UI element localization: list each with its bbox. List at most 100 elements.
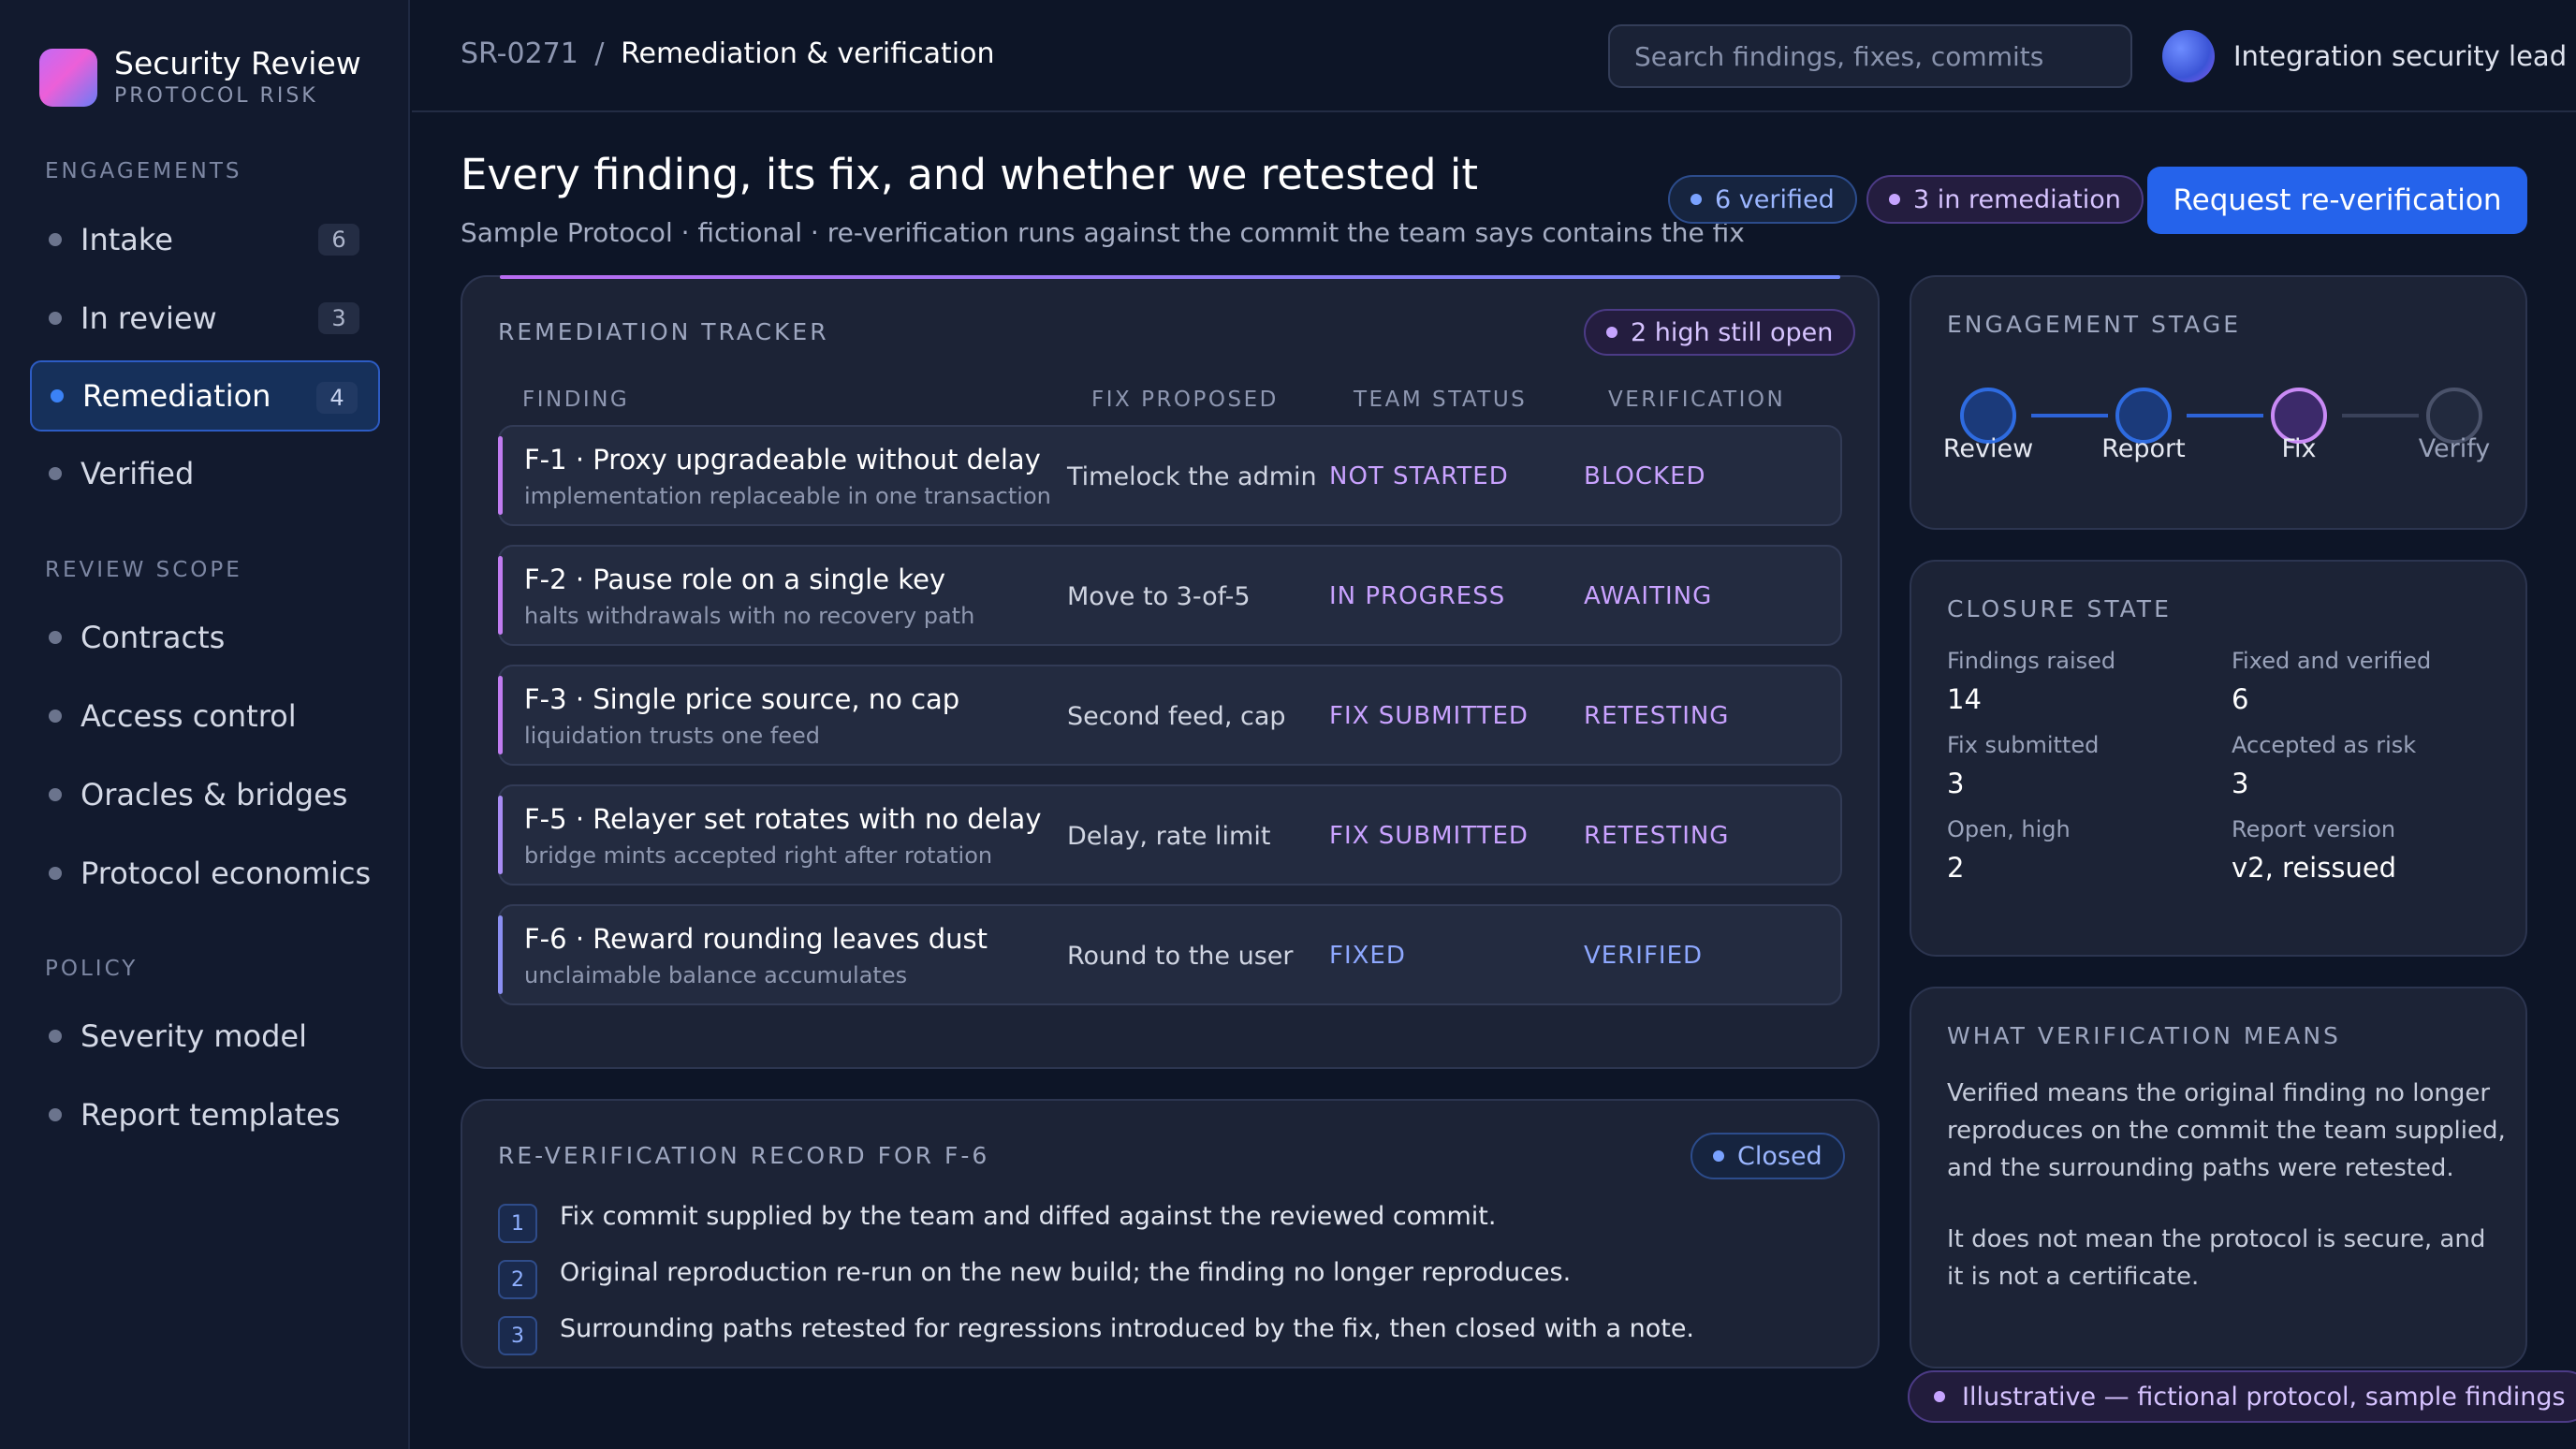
breadcrumb-separator: / (594, 37, 605, 70)
topbar: SR-0271 / Remediation & verification Int… (412, 0, 2576, 112)
count-badge: 6 (318, 224, 359, 256)
reverification-record-card: RE-VERIFICATION RECORD FOR F-6 Closed 1 … (461, 1099, 1880, 1368)
stat-value: 3 (2232, 768, 2249, 799)
finding-detail: liquidation trusts one feed (524, 723, 821, 749)
step-text: Fix commit supplied by the team and diff… (560, 1202, 1497, 1231)
bullet-icon (49, 867, 62, 880)
dot-icon (1889, 194, 1900, 205)
sidebar-item-oracles-bridges[interactable]: Oracles & bridges (30, 759, 380, 830)
sidebar: Security Review PROTOCOL RISK ENGAGEMENT… (0, 0, 410, 1449)
request-reverification-button[interactable]: Request re-verification (2147, 167, 2527, 234)
sidebar-item-label: Access control (80, 698, 297, 734)
bullet-icon (51, 389, 64, 402)
sidebar-item-label: Protocol economics (80, 856, 372, 891)
bullet-icon (49, 710, 62, 723)
nav-section-review-scope: REVIEW SCOPE (45, 558, 242, 582)
card-accent-line (500, 275, 1840, 279)
finding-title: F-5 · Relayer set rotates with no delay (524, 803, 1042, 835)
step-text: Original reproduction re-run on the new … (560, 1258, 1572, 1287)
breadcrumb-current: Remediation & verification (621, 37, 995, 70)
verification-status: RETESTING (1584, 702, 1730, 730)
brand-logo (39, 49, 97, 107)
sidebar-item-label: Oracles & bridges (80, 777, 348, 812)
table-row[interactable]: F-6 · Reward rounding leaves dust unclai… (498, 904, 1842, 1005)
finding-title: F-2 · Pause role on a single key (524, 564, 946, 595)
column-header-finding: FINDING (522, 388, 630, 412)
sidebar-item-severity-model[interactable]: Severity model (30, 1001, 380, 1072)
column-header-fix: FIX PROPOSED (1091, 388, 1279, 412)
avatar (2162, 30, 2215, 82)
remediation-count-pill: 3 in remediation (1866, 175, 2144, 224)
table-row[interactable]: F-3 · Single price source, no cap liquid… (498, 665, 1842, 766)
finding-detail: bridge mints accepted right after rotati… (524, 842, 993, 869)
meaning-paragraph: Verified means the original finding no l… (1947, 1079, 2506, 1182)
stat-value: 6 (2232, 683, 2249, 715)
count-badge: 3 (318, 302, 359, 334)
verified-count-pill: 6 verified (1668, 175, 1857, 224)
open-high-badge: 2 high still open (1584, 309, 1856, 356)
stat-label: Fix submitted (1947, 732, 2100, 758)
table-row[interactable]: F-1 · Proxy upgradeable without delay im… (498, 425, 1842, 526)
breadcrumb-id[interactable]: SR-0271 (461, 37, 578, 70)
brand[interactable]: Security Review PROTOCOL RISK (39, 45, 361, 110)
table-row[interactable]: F-5 · Relayer set rotates with no delay … (498, 784, 1842, 886)
nav-section-engagements: ENGAGEMENTS (45, 159, 242, 183)
bullet-icon (49, 788, 62, 801)
step-text: Surrounding paths retested for regressio… (560, 1314, 1695, 1343)
sidebar-item-contracts[interactable]: Contracts (30, 602, 380, 673)
sidebar-item-access-control[interactable]: Access control (30, 681, 380, 752)
sidebar-item-protocol-economics[interactable]: Protocol economics (30, 838, 380, 909)
stat-label: Accepted as risk (2232, 732, 2417, 758)
stat-value: 14 (1947, 683, 1982, 715)
breadcrumb: SR-0271 / Remediation & verification (461, 37, 995, 70)
closure-state-card: CLOSURE STATE Findings raised 14 Fixed a… (1910, 560, 2527, 957)
bullet-icon (49, 1030, 62, 1043)
stat-label: Open, high (1947, 816, 2071, 842)
sidebar-item-in-review[interactable]: In review 3 (30, 283, 380, 354)
bullet-icon (49, 631, 62, 644)
fix-proposed: Timelock the admin (1067, 462, 1317, 491)
sidebar-item-label: Report templates (80, 1097, 341, 1133)
column-header-status: TEAM STATUS (1354, 388, 1528, 412)
search-input[interactable] (1608, 24, 2132, 88)
disclaimer-label: Illustrative — fictional protocol, sampl… (1962, 1382, 2566, 1412)
fix-proposed: Move to 3-of-5 (1067, 582, 1251, 611)
finding-detail: implementation replaceable in one transa… (524, 483, 1051, 509)
card-title: WHAT VERIFICATION MEANS (1947, 1022, 2341, 1049)
team-status: NOT STARTED (1329, 462, 1509, 490)
bullet-icon (49, 1108, 62, 1121)
dot-icon (1606, 327, 1617, 338)
brand-title: Security Review (114, 45, 361, 81)
stage-label: Verify (2418, 434, 2491, 463)
finding-detail: unclaimable balance accumulates (524, 962, 908, 988)
sidebar-item-remediation[interactable]: Remediation 4 (30, 360, 380, 432)
bullet-icon (49, 312, 62, 325)
page-subtitle: Sample Protocol · fictional · re-verific… (461, 217, 1745, 248)
sidebar-item-report-templates[interactable]: Report templates (30, 1079, 380, 1150)
finding-title: F-6 · Reward rounding leaves dust (524, 923, 988, 955)
card-title: RE-VERIFICATION RECORD FOR F-6 (498, 1142, 990, 1169)
sidebar-item-label: Remediation (82, 378, 271, 414)
user-name: Integration security lead (2233, 40, 2568, 72)
illustrative-disclaimer: Illustrative — fictional protocol, sampl… (1908, 1370, 2576, 1423)
sidebar-item-intake[interactable]: Intake 6 (30, 204, 380, 275)
count-badge: 4 (316, 382, 358, 414)
meaning-paragraph: It does not mean the protocol is secure,… (1947, 1225, 2486, 1291)
stat-value: 2 (1947, 852, 1965, 884)
step-number: 2 (498, 1260, 537, 1299)
user-menu[interactable]: Integration security lead (2162, 30, 2567, 82)
brand-subtitle: PROTOCOL RISK (114, 84, 318, 108)
badge-label: 2 high still open (1631, 317, 1834, 347)
sidebar-item-verified[interactable]: Verified (30, 438, 380, 509)
sidebar-item-label: Contracts (80, 620, 226, 655)
dot-icon (1690, 194, 1702, 205)
stage-label: Report (2101, 434, 2186, 463)
bullet-icon (49, 467, 62, 480)
sidebar-item-label: Intake (80, 222, 173, 257)
table-row[interactable]: F-2 · Pause role on a single key halts w… (498, 545, 1842, 646)
team-status: FIXED (1329, 942, 1406, 970)
stage-label: Review (1942, 434, 2034, 463)
page-title: Every finding, its fix, and whether we r… (461, 150, 1479, 199)
sidebar-item-label: In review (80, 300, 217, 336)
team-status: FIX SUBMITTED (1329, 702, 1529, 730)
